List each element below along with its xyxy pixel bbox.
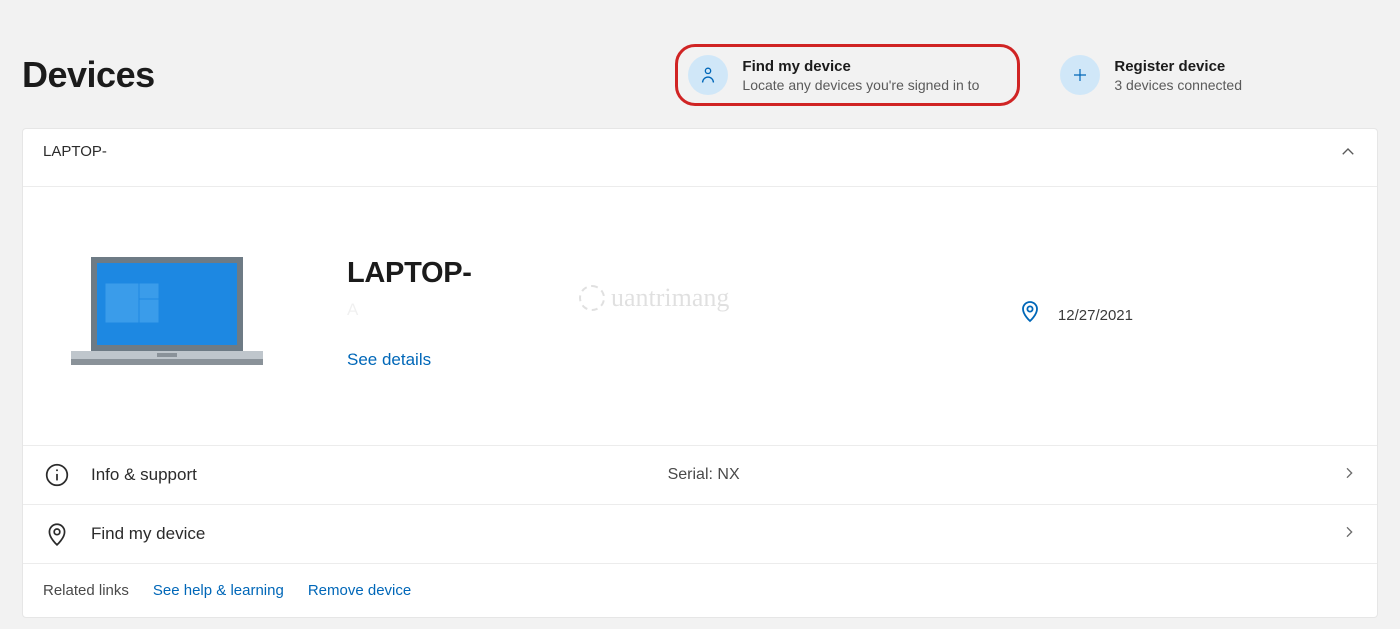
remove-device-link[interactable]: Remove device xyxy=(308,582,411,599)
info-support-label: Info & support xyxy=(91,465,197,485)
device-subline: A xyxy=(347,290,958,320)
location-pin-icon xyxy=(1018,299,1042,328)
chevron-right-icon xyxy=(1341,524,1357,545)
plus-icon xyxy=(1060,55,1100,95)
info-icon xyxy=(43,462,71,488)
find-my-device-subtitle: Locate any devices you're signed in to xyxy=(742,77,979,93)
register-device-subtitle: 3 devices connected xyxy=(1114,77,1242,93)
help-learning-link[interactable]: See help & learning xyxy=(153,582,284,599)
info-support-row[interactable]: Info & support Serial: NX xyxy=(23,445,1377,504)
chevron-right-icon xyxy=(1341,465,1357,486)
device-name: LAPTOP- xyxy=(347,257,958,290)
device-header-name: LAPTOP- xyxy=(43,143,107,160)
register-device-title: Register device xyxy=(1114,58,1242,77)
device-card-header[interactable]: LAPTOP- xyxy=(23,129,1377,187)
find-my-device-row[interactable]: Find my device xyxy=(23,504,1377,563)
collapse-button[interactable] xyxy=(1339,143,1357,166)
location-pin-icon xyxy=(43,521,71,547)
device-card: LAPTOP- LA xyxy=(22,128,1378,618)
location-date: 12/27/2021 xyxy=(1058,303,1133,324)
device-location: 12/27/2021 xyxy=(1018,299,1353,328)
see-details-link[interactable]: See details xyxy=(347,350,431,370)
person-location-icon xyxy=(688,55,728,95)
page-title: Devices xyxy=(22,54,155,96)
find-my-device-action[interactable]: Find my device Locate any devices you're… xyxy=(675,44,1020,106)
related-links-row: Related links See help & learning Remove… xyxy=(23,563,1377,617)
find-my-device-label: Find my device xyxy=(91,524,205,544)
serial-number: Serial: NX xyxy=(668,466,740,484)
laptop-illustration xyxy=(47,253,287,373)
register-device-action[interactable]: Register device 3 devices connected xyxy=(1044,47,1258,103)
related-links-label: Related links xyxy=(43,582,129,599)
find-my-device-title: Find my device xyxy=(742,58,979,77)
